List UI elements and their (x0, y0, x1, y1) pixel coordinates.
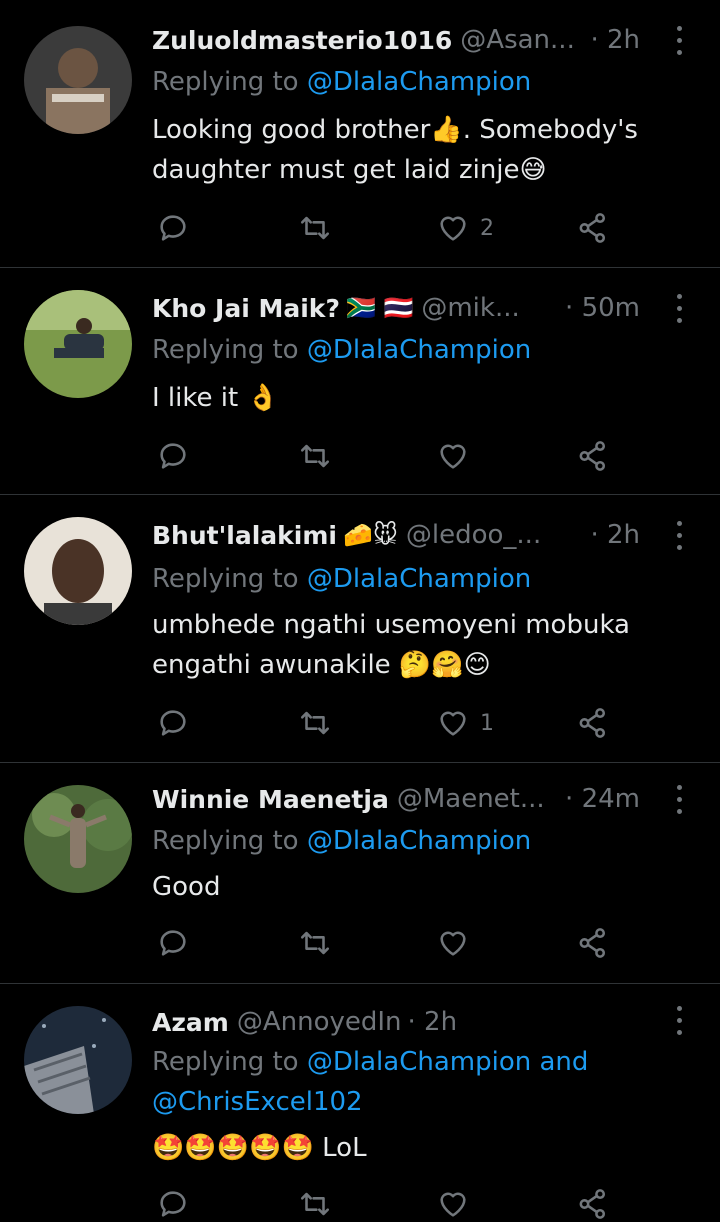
tweet-text: Good (152, 872, 221, 902)
user-handle[interactable]: @AnnoyedIn (237, 1007, 402, 1037)
share-button[interactable] (576, 703, 610, 743)
share-button[interactable] (576, 208, 610, 248)
tweet-actions: 1 (152, 703, 632, 743)
tweet-actions (152, 1184, 632, 1222)
replying-to: Replying to @DlalaChampion (152, 335, 532, 365)
more-options-icon[interactable] (674, 294, 684, 324)
mention-link[interactable]: @DlalaChampion (307, 564, 531, 594)
mention-link[interactable]: @DlalaChampion (307, 826, 531, 856)
retweet-icon (300, 931, 330, 955)
like-button[interactable]: 2 (436, 208, 494, 248)
tweet[interactable]: Bhut'lalakimi 🧀🐭 @ledoo_... · 2h Replyin… (0, 495, 720, 763)
like-icon (440, 711, 466, 736)
like-count: 1 (480, 710, 494, 736)
avatar[interactable] (24, 785, 132, 893)
timestamp[interactable]: · 2h (590, 520, 640, 550)
user-handle[interactable]: @ledoo_... (406, 520, 585, 550)
like-button[interactable] (436, 923, 480, 963)
timestamp[interactable]: · 2h (408, 1007, 458, 1037)
replying-to: Replying to @DlalaChampion (152, 826, 532, 856)
reply-button[interactable] (156, 1184, 190, 1222)
tweet[interactable]: Winnie Maenetja @Maenet... · 24m Replyin… (0, 763, 720, 983)
tweet[interactable]: Kho Jai Maik? 🇿🇦 🇹🇭 @mik... · 50m Replyi… (0, 268, 720, 494)
replying-to: Replying to @DlalaChampion (152, 564, 532, 594)
name-emoji: 🧀🐭 (342, 521, 398, 549)
tweet-text: 🤩🤩🤩🤩🤩 LoL (152, 1133, 367, 1163)
share-icon (579, 213, 606, 243)
tweet[interactable]: Zuluoldmasterio1016 @Asan... · 2h Replyi… (0, 0, 720, 268)
timestamp[interactable]: · 24m (565, 784, 640, 814)
reply-button[interactable] (156, 208, 190, 248)
retweet-icon (300, 1192, 330, 1216)
share-icon (579, 928, 606, 958)
more-options-icon[interactable] (674, 1006, 684, 1036)
like-button[interactable] (436, 1184, 480, 1222)
share-icon (579, 1189, 606, 1219)
tweet-text: umbhede ngathi usemoyeni mobuka engathi … (152, 610, 630, 680)
more-options-icon[interactable] (674, 26, 684, 56)
retweet-icon (300, 711, 330, 735)
like-icon (440, 444, 466, 469)
reply-button[interactable] (156, 703, 190, 743)
like-icon (440, 216, 466, 241)
display-name[interactable]: Azam (152, 1008, 229, 1037)
replying-to-second: @ChrisExcel102 (152, 1082, 696, 1122)
user-handle[interactable]: @mik... (421, 293, 559, 323)
reply-feed: Zuluoldmasterio1016 @Asan... · 2h Replyi… (0, 0, 720, 1222)
replying-to: Replying to @DlalaChampion (152, 67, 532, 97)
timestamp[interactable]: · 50m (565, 293, 640, 323)
reply-icon (160, 215, 186, 241)
avatar[interactable] (24, 517, 132, 625)
mention-link[interactable]: @ChrisExcel102 (152, 1087, 363, 1117)
display-name[interactable]: Winnie Maenetja (152, 785, 389, 814)
reply-icon (160, 443, 186, 469)
share-button[interactable] (576, 436, 610, 476)
like-count: 2 (480, 215, 494, 241)
mention-link[interactable]: @DlalaChampion (307, 67, 531, 97)
avatar[interactable] (24, 26, 132, 134)
more-options-icon[interactable] (674, 785, 684, 815)
mention-link[interactable]: @DlalaChampion (307, 335, 531, 365)
retweet-button[interactable] (298, 703, 332, 743)
share-button[interactable] (576, 923, 610, 963)
avatar[interactable] (24, 290, 132, 398)
retweet-icon (300, 216, 330, 240)
like-button[interactable]: 1 (436, 703, 494, 743)
retweet-button[interactable] (298, 436, 332, 476)
reply-button[interactable] (156, 923, 190, 963)
name-flags: 🇿🇦 🇹🇭 (345, 294, 414, 322)
reply-icon (160, 1191, 186, 1217)
display-name[interactable]: Kho Jai Maik? (152, 294, 340, 323)
like-button[interactable] (436, 436, 480, 476)
like-icon (440, 1192, 466, 1217)
tweet-actions: 2 (152, 208, 632, 248)
reply-icon (160, 930, 186, 956)
user-handle[interactable]: @Maenet... (397, 784, 559, 814)
reply-button[interactable] (156, 436, 190, 476)
tweet-actions (152, 923, 632, 963)
retweet-icon (300, 444, 330, 468)
tweet[interactable]: Azam @AnnoyedIn · 2h Replying to @DlalaC… (0, 984, 720, 1222)
retweet-button[interactable] (298, 923, 332, 963)
user-handle[interactable]: @Asan... (460, 25, 584, 55)
share-icon (579, 708, 606, 738)
like-icon (440, 931, 466, 956)
tweet-text: I like it 👌 (152, 383, 279, 413)
retweet-button[interactable] (298, 1184, 332, 1222)
display-name[interactable]: Zuluoldmasterio1016 (152, 26, 452, 55)
reply-icon (160, 710, 186, 736)
avatar[interactable] (24, 1006, 132, 1114)
replying-to: Replying to @DlalaChampion and (152, 1047, 589, 1077)
share-icon (579, 441, 606, 471)
retweet-button[interactable] (298, 208, 332, 248)
tweet-text: Looking good brother👍. Somebody's daught… (152, 115, 638, 185)
display-name[interactable]: Bhut'lalakimi (152, 521, 337, 550)
mention-link[interactable]: @DlalaChampion and (307, 1047, 589, 1077)
share-button[interactable] (576, 1184, 610, 1222)
timestamp[interactable]: · 2h (590, 25, 640, 55)
more-options-icon[interactable] (674, 521, 684, 551)
tweet-actions (152, 436, 632, 476)
